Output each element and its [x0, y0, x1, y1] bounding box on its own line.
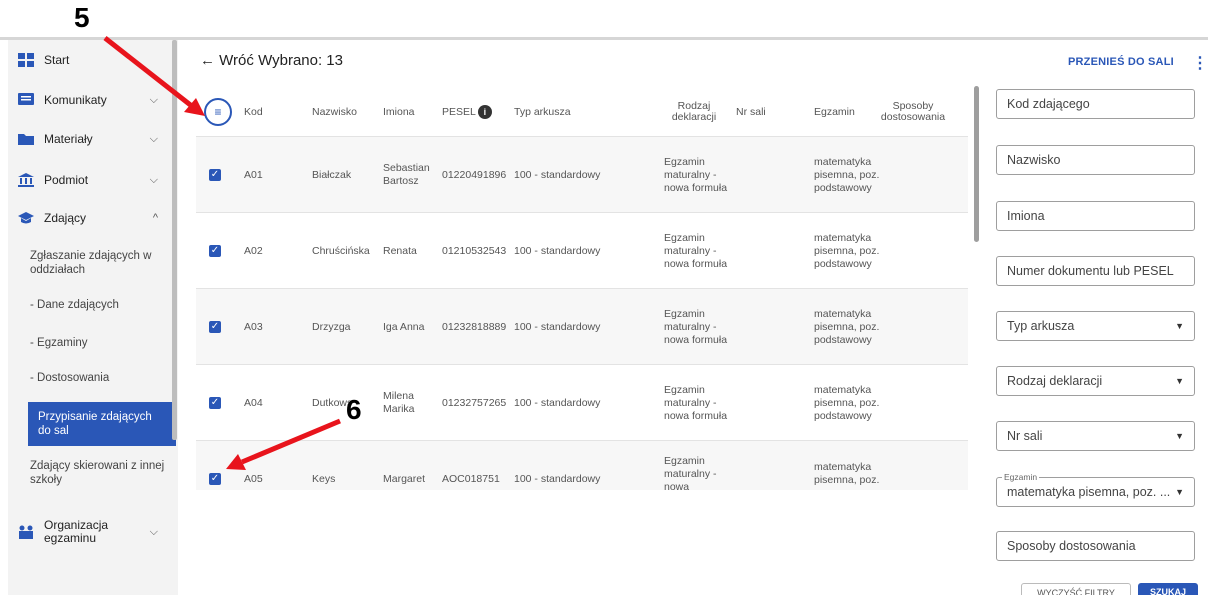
- app-window: Start Komunikaty ⌵ Materiały ⌵ Podmiot ⌵: [0, 0, 1208, 595]
- annotation-arrows: [103, 36, 341, 470]
- annotation-step-5: 5: [74, 2, 90, 33]
- annotation-step-6: 6: [346, 394, 362, 425]
- arrow-6: [226, 418, 341, 470]
- arrow-5: [103, 36, 205, 116]
